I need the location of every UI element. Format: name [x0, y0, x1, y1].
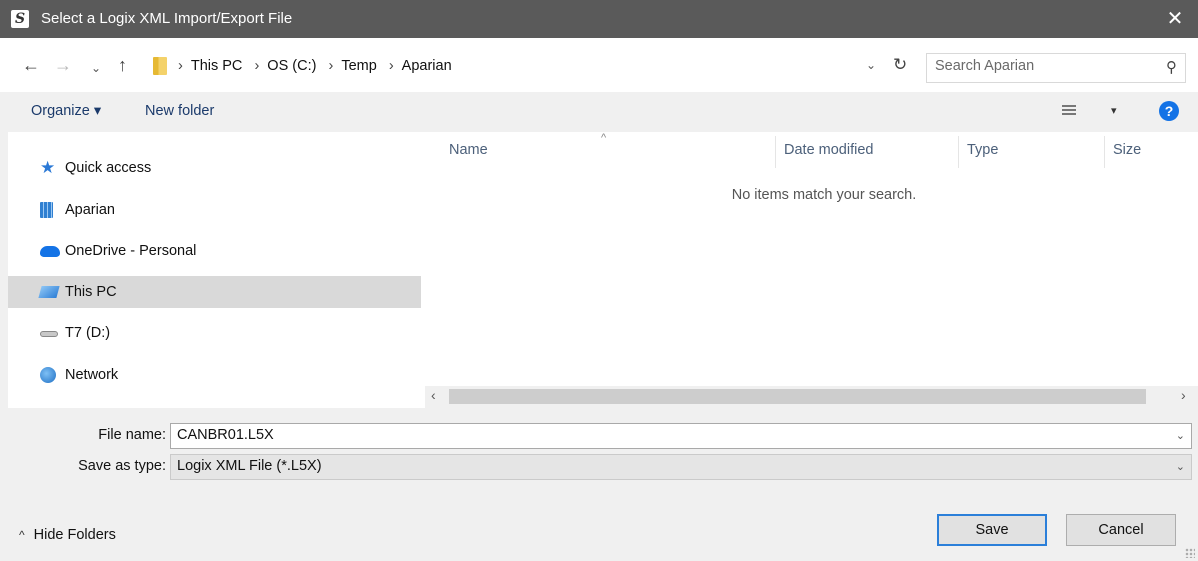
breadcrumb: › This PC › OS (C:) › Temp › Aparian [176, 58, 458, 74]
file-name-label: File name: [98, 427, 166, 443]
breadcrumb-separator[interactable]: › [389, 58, 394, 74]
column-divider[interactable] [1104, 136, 1105, 168]
breadcrumb-this-pc[interactable]: This PC [191, 58, 243, 74]
file-name-input[interactable] [177, 427, 1157, 443]
column-divider[interactable] [958, 136, 959, 168]
sidebar-item-network[interactable]: Network [8, 359, 421, 391]
address-dropdown-icon[interactable]: ⌄ [866, 58, 876, 72]
sort-indicator-icon: ^ [601, 132, 607, 144]
refresh-icon[interactable]: ↻ [893, 55, 907, 75]
save-as-type-value: Logix XML File (*.L5X) [177, 458, 322, 474]
scroll-right-icon[interactable]: › [1181, 387, 1186, 403]
column-header-type[interactable]: Type [967, 142, 998, 158]
folder-icon [153, 57, 167, 75]
address-row: ← → ⌄ ↑ › This PC › OS (C:) › Temp › Aparian… [0, 38, 1198, 92]
building-icon [40, 202, 53, 218]
organize-menu-button[interactable]: Organize ▾ [31, 103, 101, 119]
empty-folder-message: No items match your search. [731, 187, 917, 203]
sidebar-item-this-pc[interactable]: This PC [8, 276, 421, 308]
forward-arrow-icon[interactable]: → [54, 55, 72, 75]
navigation-pane: ★ Quick access Aparian OneDrive - Person… [8, 132, 425, 408]
save-button[interactable]: Save [937, 514, 1047, 546]
sidebar-item-label: Network [65, 367, 119, 383]
breadcrumb-aparian[interactable]: Aparian [402, 58, 452, 74]
chevron-up-icon: ^ [19, 528, 25, 542]
star-icon: ★ [40, 158, 56, 177]
sidebar-item-quick-access[interactable]: ★ Quick access [8, 152, 421, 184]
chevron-down-icon[interactable]: ⌄ [1176, 460, 1185, 473]
save-form: File name: ⌄ Save as type: Logix XML Fil… [0, 408, 1198, 561]
breadcrumb-temp[interactable]: Temp [341, 58, 376, 74]
drive-icon [40, 331, 58, 337]
new-folder-button[interactable]: New folder [145, 103, 214, 119]
network-icon [40, 367, 56, 383]
column-header-date-modified[interactable]: Date modified [784, 142, 873, 158]
column-divider[interactable] [775, 136, 776, 168]
sidebar-item-onedrive[interactable]: OneDrive - Personal [8, 235, 421, 267]
chevron-down-icon[interactable]: ⌄ [1176, 429, 1185, 442]
sidebar-item-aparian[interactable]: Aparian [8, 194, 421, 226]
cancel-button[interactable]: Cancel [1066, 514, 1176, 546]
view-dropdown-icon[interactable]: ▾ [1111, 104, 1117, 117]
breadcrumb-separator[interactable]: › [178, 58, 183, 74]
search-box[interactable]: ⚲ [926, 53, 1186, 83]
horizontal-scrollbar[interactable]: ‹ › [425, 386, 1198, 408]
hide-folders-label: Hide Folders [33, 527, 116, 543]
command-bar: Organize ▾ New folder ▾ ? [0, 92, 1198, 132]
sidebar-item-t7-drive[interactable]: T7 (D:) [8, 317, 421, 349]
sidebar-item-label: This PC [65, 284, 117, 300]
view-options-icon[interactable] [1062, 105, 1076, 117]
save-as-type-label: Save as type: [78, 458, 166, 474]
column-header-name[interactable]: Name [449, 142, 488, 158]
close-icon[interactable]: ✕ [1152, 0, 1198, 38]
title-bar: S Select a Logix XML Import/Export File … [0, 0, 1198, 38]
help-icon[interactable]: ? [1159, 101, 1179, 121]
column-header-size[interactable]: Size [1113, 142, 1141, 158]
recent-locations-chevron-icon[interactable]: ⌄ [91, 58, 101, 78]
cloud-icon [40, 246, 60, 257]
breadcrumb-separator[interactable]: › [328, 58, 333, 74]
back-arrow-icon[interactable]: ← [22, 55, 40, 75]
sidebar-item-label: Aparian [65, 202, 115, 218]
breadcrumb-separator[interactable]: › [254, 58, 259, 74]
file-list-pane: ^ Name Date modified Type Size No items … [425, 132, 1198, 408]
app-icon: S [11, 10, 29, 28]
save-as-type-select[interactable]: Logix XML File (*.L5X) ⌄ [170, 454, 1192, 480]
sidebar-item-label: T7 (D:) [65, 325, 111, 341]
scroll-left-icon[interactable]: ‹ [431, 387, 436, 403]
hide-folders-toggle[interactable]: ^ Hide Folders [19, 527, 116, 543]
scrollbar-thumb[interactable] [449, 389, 1146, 404]
window-title: Select a Logix XML Import/Export File [41, 10, 293, 27]
breadcrumb-os-c[interactable]: OS (C:) [267, 58, 316, 74]
search-input[interactable] [935, 58, 1145, 74]
file-name-combobox[interactable]: ⌄ [170, 423, 1192, 449]
computer-icon [38, 286, 60, 298]
search-icon[interactable]: ⚲ [1166, 58, 1177, 76]
sidebar-item-label: Quick access [65, 160, 152, 176]
address-bar[interactable]: › This PC › OS (C:) › Temp › Aparian ⌄ ↻ [148, 53, 921, 81]
sidebar-item-label: OneDrive - Personal [65, 243, 197, 259]
up-arrow-icon[interactable]: ↑ [118, 55, 127, 75]
resize-grip-icon[interactable] [1185, 548, 1195, 558]
